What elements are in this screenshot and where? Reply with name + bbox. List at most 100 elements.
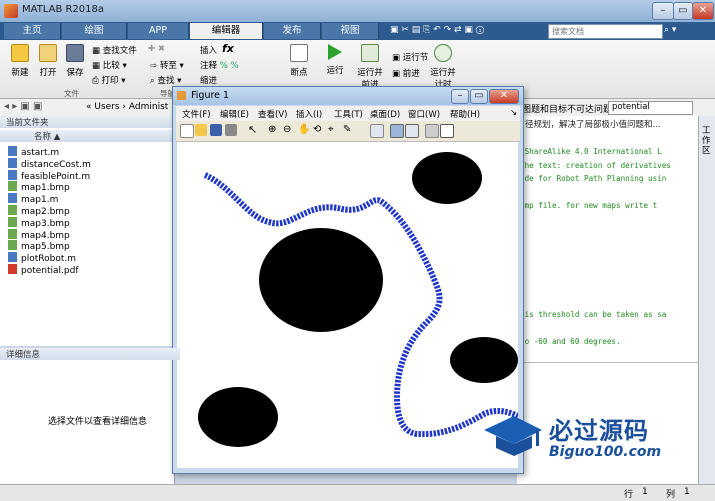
- goto-label: 转至: [159, 61, 177, 71]
- link-plot-icon[interactable]: [370, 124, 384, 138]
- new-figure-icon[interactable]: [180, 124, 194, 138]
- file-item[interactable]: map3.bmp: [8, 216, 70, 229]
- file-item[interactable]: feasiblePoint.m: [8, 169, 90, 182]
- tab-editor[interactable]: 编辑器: [190, 23, 263, 39]
- minimize-button[interactable]: –: [652, 2, 674, 20]
- file-name: map5.bmp: [21, 242, 70, 253]
- indent-button[interactable]: 缩进: [200, 74, 217, 86]
- run-advance-button[interactable]: 运行并前进: [354, 44, 386, 90]
- menu-desktop[interactable]: 桌面(D): [370, 108, 400, 120]
- pointer-icon[interactable]: ↖: [248, 124, 260, 136]
- code-line: bmp file. for new maps write t: [520, 201, 658, 211]
- folder-icon: [39, 44, 57, 62]
- tab-publish[interactable]: 发布: [264, 23, 321, 39]
- find-files-button[interactable]: ▦ 查找文件: [92, 44, 137, 56]
- maximize-button[interactable]: ▭: [673, 2, 693, 20]
- figure-minimize-button[interactable]: –: [451, 89, 469, 104]
- code-line: ode for Robot Path Planning usin: [520, 174, 667, 184]
- print-button[interactable]: ⎙ 打印 ▾: [92, 74, 126, 86]
- run-button[interactable]: 运行: [322, 44, 348, 76]
- print-label: 打印: [101, 76, 119, 86]
- menu-insert[interactable]: 插入(I): [296, 108, 322, 120]
- menu-edit[interactable]: 编辑(E): [220, 108, 249, 120]
- file-section-label: 文件: [64, 89, 79, 98]
- zoom-out-icon[interactable]: ⊖: [283, 124, 295, 136]
- brush-icon[interactable]: ✎: [343, 124, 355, 136]
- file-item[interactable]: map1.bmp: [8, 181, 70, 193]
- show-tools-icon[interactable]: [440, 124, 454, 138]
- advance-button[interactable]: ▣ 前进: [392, 67, 420, 79]
- tab-home[interactable]: 主页: [4, 23, 61, 39]
- figure-maximize-button[interactable]: ▭: [470, 89, 488, 104]
- open-file-icon[interactable]: [195, 124, 207, 136]
- zoom-in-icon[interactable]: ⊕: [268, 124, 280, 136]
- workspace-strip[interactable]: 工作区: [698, 116, 715, 484]
- colorbar-icon[interactable]: [390, 124, 404, 138]
- file-item[interactable]: map2.bmp: [8, 205, 70, 217]
- editor-file-tab[interactable]: potential: [608, 101, 693, 115]
- image-file-icon: [8, 240, 17, 251]
- menu-dock-icon[interactable]: ↘: [510, 108, 517, 118]
- fx-button[interactable]: fx: [222, 42, 234, 55]
- run-section-button[interactable]: ▣ 运行节: [392, 51, 428, 63]
- find-button[interactable]: ⌕ 查找 ▾: [150, 74, 181, 86]
- run-time-button[interactable]: 运行并计时: [430, 44, 456, 90]
- close-button[interactable]: ✕: [692, 2, 714, 20]
- file-item[interactable]: plotRobot.m: [8, 252, 76, 264]
- obstacle-top-right: [412, 152, 482, 204]
- find-files-label: 查找文件: [102, 46, 137, 56]
- title-bar: MATLAB R2018a – ▭ ✕: [0, 0, 715, 22]
- name-column-label: 名称: [34, 132, 52, 142]
- editor-tab-title[interactable]: 图题和目标不可达问题: [522, 102, 612, 115]
- open-button[interactable]: 打开: [36, 44, 60, 78]
- menu-file[interactable]: 文件(F): [182, 108, 211, 120]
- pan-icon[interactable]: ✋: [298, 124, 310, 136]
- menu-view[interactable]: 查看(V): [258, 108, 287, 120]
- file-item[interactable]: map5.bmp: [8, 240, 70, 252]
- insert-button[interactable]: 插入: [200, 44, 217, 56]
- rotate-icon[interactable]: ⟲: [313, 124, 325, 136]
- tab-plots[interactable]: 绘图: [62, 23, 127, 39]
- current-folder-panel: 当前文件夹 名称 ▲ astart.m distanceCost.m feasibl…: [0, 116, 208, 346]
- graduation-cap-icon: [484, 416, 542, 456]
- file-item[interactable]: map4.bmp: [8, 228, 70, 241]
- file-item[interactable]: astart.m: [8, 146, 59, 158]
- data-cursor-icon[interactable]: ⌖: [328, 124, 340, 136]
- col-value: 1: [684, 487, 690, 497]
- save-button[interactable]: 保存: [63, 44, 87, 78]
- nav-arrows-icon[interactable]: ◂ ▸ ▣ ▣: [4, 101, 42, 112]
- percent-icon-2: %: [230, 61, 239, 71]
- tab-view[interactable]: 视图: [322, 23, 379, 39]
- menu-tools[interactable]: 工具(T): [334, 108, 363, 120]
- compare-button[interactable]: ▦ 比较 ▾: [92, 59, 127, 71]
- file-name: map4.bmp: [21, 230, 70, 241]
- menu-help[interactable]: 帮助(H): [450, 108, 480, 120]
- goto-button[interactable]: ⇨ 转至 ▾: [150, 59, 184, 71]
- hide-tools-icon[interactable]: [425, 124, 439, 138]
- save-figure-icon[interactable]: [210, 124, 222, 136]
- print-figure-icon[interactable]: [225, 124, 237, 136]
- percent-icon: %: [219, 61, 228, 71]
- menu-window[interactable]: 窗口(W): [408, 108, 440, 120]
- comment-button[interactable]: 注释 % %: [200, 59, 239, 71]
- file-name: potential.pdf: [21, 266, 79, 276]
- new-button[interactable]: 新建: [8, 44, 32, 78]
- obstacle-bottom-left: [198, 387, 278, 447]
- current-path[interactable]: « Users › Administ: [86, 102, 168, 112]
- file-item[interactable]: potential.pdf: [8, 264, 79, 276]
- watermark-title: 必过源码: [549, 417, 649, 445]
- figure-canvas[interactable]: [177, 142, 520, 468]
- image-file-icon: [8, 216, 17, 227]
- legend-icon[interactable]: [405, 124, 419, 138]
- nav-back-button[interactable]: ✚ ✖: [148, 44, 165, 54]
- figure-close-button[interactable]: ✕: [489, 89, 519, 104]
- file-item[interactable]: distanceCost.m: [8, 157, 91, 170]
- figure-window[interactable]: Figure 1 – ▭ ✕ 文件(F) 编辑(E) 查看(V) 插入(I) 工…: [172, 86, 524, 474]
- file-item[interactable]: map1.m: [8, 193, 58, 205]
- tab-apps[interactable]: APP: [128, 23, 189, 39]
- search-input[interactable]: 搜索文档: [548, 24, 663, 39]
- breakpoints-button[interactable]: 断点: [286, 44, 312, 78]
- search-icon[interactable]: ⌕ ▾: [664, 25, 676, 35]
- pdf-file-icon: [8, 264, 17, 274]
- quick-access-toolbar[interactable]: ▣ ✂ ▤ ⎘ ↶ ↷ ⇄ ▣ ⓘ: [390, 25, 540, 37]
